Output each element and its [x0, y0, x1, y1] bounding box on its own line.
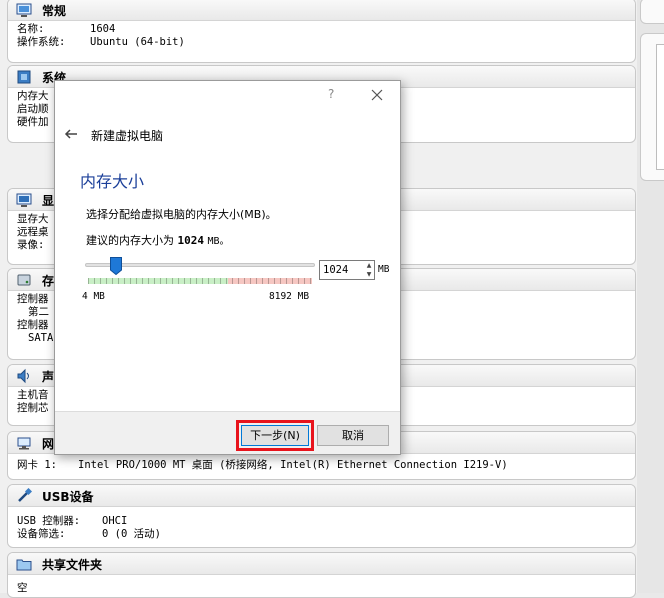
display-icon	[16, 193, 32, 207]
section-title: 常规	[42, 4, 67, 18]
spin-down-icon[interactable]: ▼	[363, 270, 375, 279]
row-label: 设备筛选:	[17, 528, 66, 540]
row-label: 空	[17, 582, 28, 594]
section-title: 共享文件夹	[42, 558, 103, 572]
row-label: 录像:	[17, 239, 45, 251]
highlight-box	[236, 420, 314, 451]
slider-ticks	[88, 278, 312, 284]
slider-min-label: 4 MB	[82, 291, 105, 302]
row-value: 1604	[90, 23, 116, 35]
row-label: 第二	[28, 306, 49, 318]
chip-icon	[17, 70, 31, 84]
row-label: SATA	[28, 332, 54, 344]
preview-panel	[640, 33, 664, 181]
section-header[interactable]: 常规	[8, 0, 635, 21]
row-value: Ubuntu (64-bit)	[90, 36, 185, 48]
row-label: 控制器	[17, 319, 49, 331]
monitor-icon	[16, 3, 32, 17]
section-title: 网	[42, 437, 55, 451]
row-label: 操作系统:	[17, 36, 66, 48]
section-title: 声	[42, 370, 55, 384]
recommendation-text: 建议的内存大小为 1024 MB。	[86, 232, 230, 248]
row-label: 主机音	[17, 389, 49, 401]
row-label: USB 控制器:	[17, 515, 81, 527]
memory-slider[interactable]	[85, 257, 315, 285]
row-label: 控制器	[17, 293, 49, 305]
recommend-value: 1024	[177, 234, 205, 247]
slider-max-label: 8192 MB	[269, 291, 310, 302]
recommend-prefix: 建议的内存大小为	[86, 234, 174, 247]
cancel-button[interactable]: 取消	[317, 425, 389, 446]
memory-spinbox[interactable]: ▲ ▼	[319, 260, 375, 280]
page-heading: 内存大小	[80, 172, 145, 191]
folder-icon	[16, 559, 32, 571]
row-value: OHCI	[102, 515, 128, 527]
description-text: 选择分配给虚拟电脑的内存大小(MB)。	[86, 208, 277, 221]
help-button[interactable]: ?	[328, 87, 334, 101]
row-label: 名称:	[17, 23, 45, 35]
usb-icon	[18, 488, 32, 502]
storage-icon	[17, 274, 31, 286]
close-icon[interactable]	[369, 87, 385, 103]
row-label: 显存大	[17, 213, 49, 225]
memory-unit: MB	[378, 264, 390, 275]
section-usb: USB设备 USB 控制器: OHCI 设备筛选: 0 (0 活动)	[7, 484, 636, 548]
right-panel-top	[640, 0, 664, 24]
row-label: 硬件加	[17, 116, 49, 128]
row-label: 网卡 1:	[17, 459, 57, 471]
section-header[interactable]: USB设备	[8, 485, 635, 507]
slider-thumb[interactable]	[110, 257, 122, 275]
row-label: 内存大	[17, 90, 49, 102]
section-title: 存	[42, 274, 55, 288]
section-title: 显	[42, 194, 55, 208]
spin-up-icon[interactable]: ▲	[363, 261, 375, 270]
network-icon	[17, 437, 31, 450]
back-arrow-icon[interactable]	[63, 126, 79, 142]
row-label: 启动顺	[17, 103, 49, 115]
dialog-footer: 下一步(N) 取消	[55, 411, 400, 454]
new-vm-dialog: ? 新建虚拟电脑 内存大小 选择分配给虚拟电脑的内存大小(MB)。 建议的内存大…	[54, 80, 401, 455]
row-label: 控制芯	[17, 402, 49, 414]
row-label: 远程桌	[17, 226, 49, 238]
section-title: USB设备	[42, 490, 94, 504]
section-general: 常规 名称: 1604 操作系统: Ubuntu (64-bit)	[7, 0, 636, 63]
dialog-title: 新建虚拟电脑	[91, 129, 164, 143]
row-value: Intel PRO/1000 MT 桌面 (桥接网络, Intel(R) Eth…	[78, 459, 508, 471]
preview-area	[656, 44, 664, 170]
memory-input[interactable]	[320, 261, 362, 279]
speaker-icon	[17, 368, 29, 384]
recommend-unit: MB。	[207, 236, 230, 247]
section-shared-folders: 共享文件夹 空	[7, 552, 636, 598]
section-header[interactable]: 共享文件夹	[8, 553, 635, 575]
row-value: 0 (0 活动)	[102, 528, 161, 540]
